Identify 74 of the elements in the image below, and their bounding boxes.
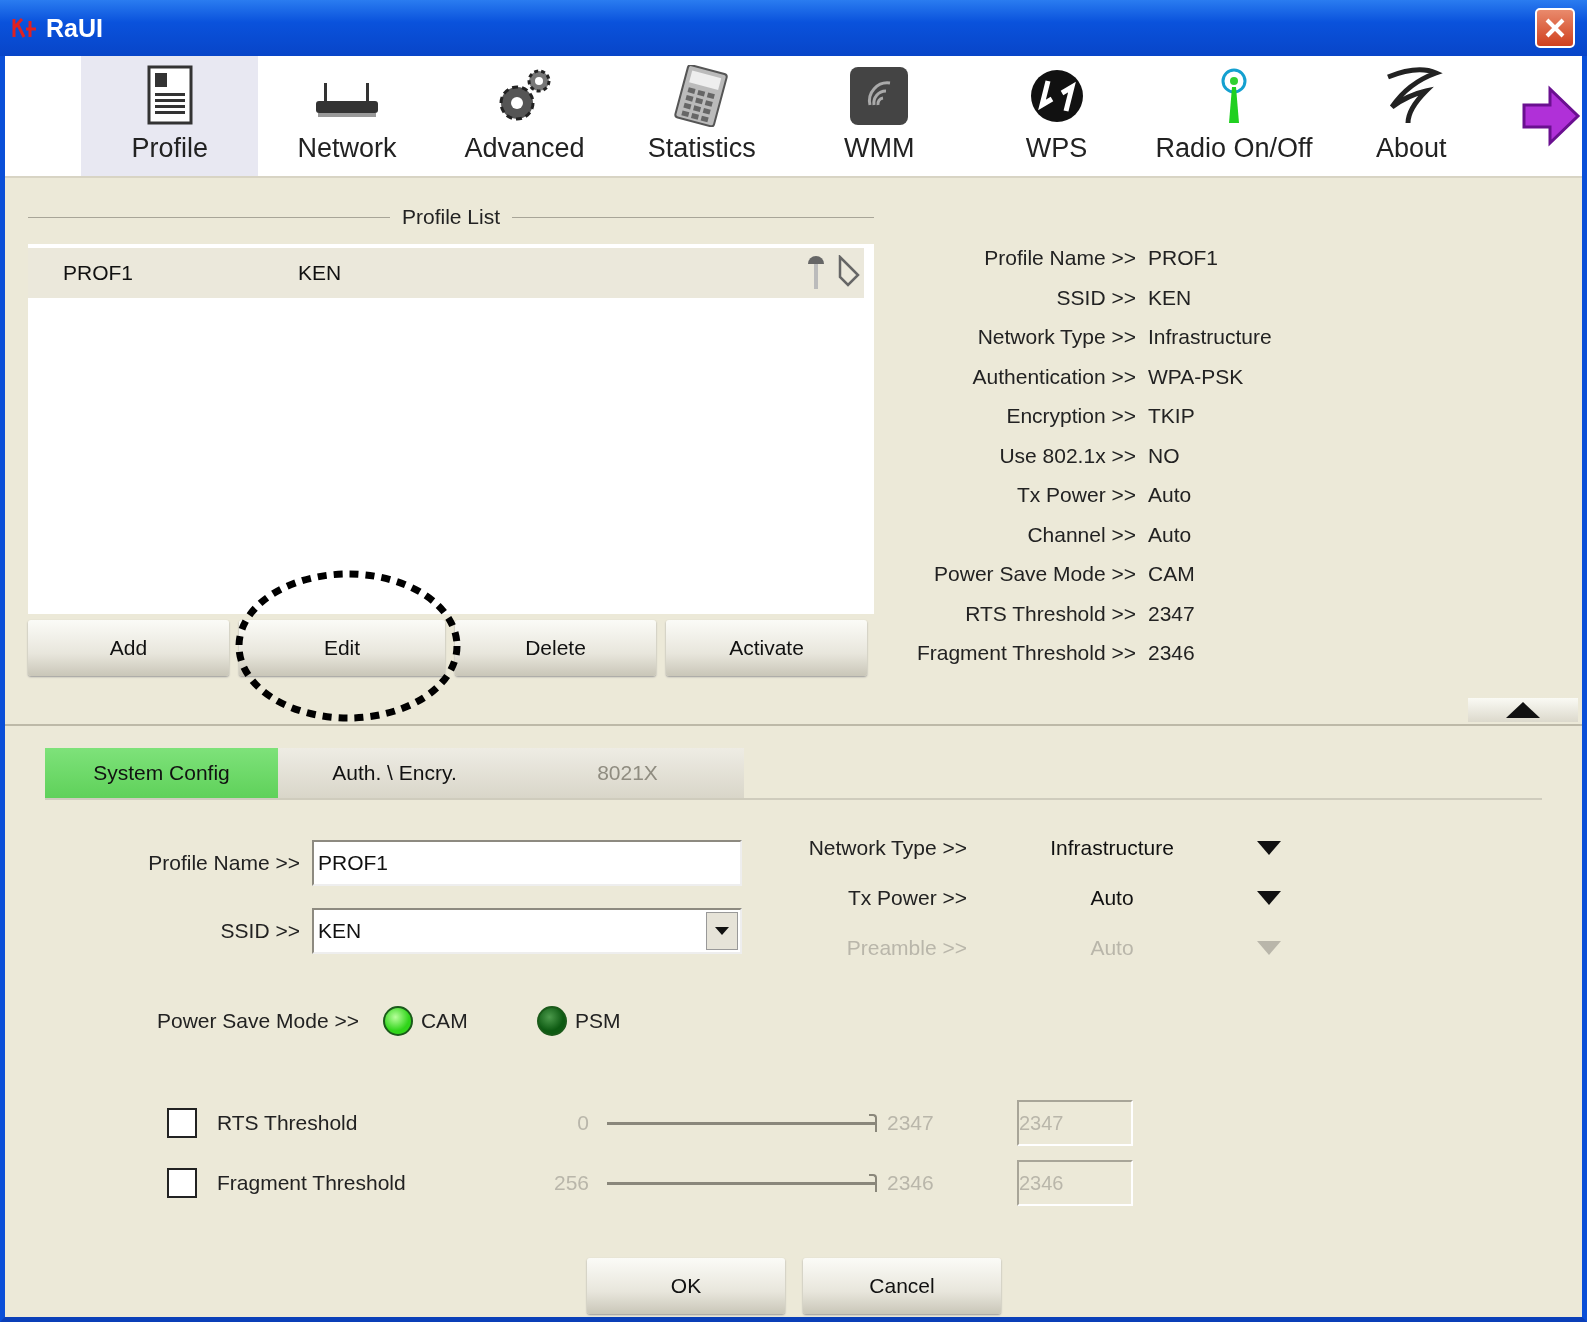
field-label: Tx Power >>	[846, 886, 967, 910]
profile-action-button[interactable]: Activate	[666, 620, 867, 676]
next-button[interactable]	[1520, 85, 1582, 147]
toolbar-button[interactable]: Radio On/Off	[1145, 56, 1323, 176]
detail-value: KEN	[1148, 285, 1193, 311]
toolbar-button[interactable]: Advanced	[435, 56, 614, 176]
toolbar-button[interactable]: Statistics	[613, 56, 791, 176]
detail-label: SSID >>	[1055, 285, 1136, 311]
select-value[interactable]: Infrastructure	[967, 836, 1257, 860]
radio-option[interactable]: CAM	[382, 1006, 513, 1036]
close-button[interactable]	[1535, 8, 1575, 48]
detail-label: Network Type >>	[976, 325, 1136, 350]
toolbar-button[interactable]: About	[1322, 56, 1500, 176]
detail-label: Tx Power >>	[1015, 483, 1136, 508]
dropdown-button[interactable]	[706, 912, 738, 950]
key-icon	[806, 255, 826, 291]
detail-value: Auto	[1148, 522, 1193, 548]
detail-label: RTS Threshold >>	[964, 601, 1136, 627]
detail-value: CAM	[1148, 562, 1196, 587]
profile-name: PROF1	[62, 261, 134, 285]
checkbox[interactable]	[167, 1168, 197, 1198]
checkbox[interactable]	[167, 1108, 197, 1138]
field-label: SSID >>	[219, 919, 300, 943]
profile-name-field[interactable]: PROF1	[312, 840, 742, 886]
tab[interactable]: System Config	[45, 748, 278, 798]
detail-label: Encryption >>	[1005, 404, 1136, 429]
toolbar-button[interactable]: Profile	[81, 56, 259, 176]
select-value[interactable]: Auto	[967, 886, 1257, 910]
radio-option[interactable]: PSM	[536, 1006, 667, 1036]
triangle-up-icon	[1506, 702, 1540, 718]
detail-value: 2347	[1148, 601, 1196, 627]
checkbox-label: RTS Threshold	[217, 1111, 359, 1135]
app-icon	[12, 17, 38, 39]
detail-value: PROF1	[1148, 246, 1219, 271]
field-label: Profile Name >>	[147, 851, 300, 875]
detail-label: Use 802.1x >>	[998, 443, 1136, 469]
toolbar-button[interactable]: WMM	[790, 56, 968, 176]
window-title: RaUI	[46, 13, 103, 43]
detail-value: Infrastructure	[1148, 325, 1272, 350]
dialog-button[interactable]: OK	[587, 1258, 785, 1314]
profile-row[interactable]: PROF1 KEN	[28, 248, 864, 298]
collapse-button[interactable]	[1468, 698, 1578, 722]
caret-icon[interactable]	[1257, 841, 1281, 855]
group-title: Profile List	[402, 205, 501, 229]
toolbar-button[interactable]: WPS	[967, 56, 1146, 176]
detail-label: Channel >>	[1026, 522, 1136, 548]
radio-icon[interactable]	[382, 1006, 413, 1036]
detail-value: 2346	[1148, 641, 1196, 666]
checkbox-label: Fragment Threshold	[217, 1171, 407, 1195]
field-label: Network Type >>	[807, 836, 967, 860]
caret-icon	[715, 927, 729, 935]
detail-value: TKIP	[1148, 404, 1196, 429]
detail-label: Authentication >>	[971, 364, 1136, 390]
profile-action-button[interactable]: Delete	[455, 620, 656, 676]
ssid-combobox[interactable]: KEN	[312, 908, 742, 954]
slider-thumb[interactable]	[869, 1174, 877, 1192]
close-icon	[1544, 17, 1566, 39]
detail-value: NO	[1148, 443, 1181, 469]
profile-ssid: KEN	[297, 261, 343, 285]
radio-icon[interactable]	[536, 1006, 567, 1036]
slider-thumb[interactable]	[869, 1114, 877, 1132]
detail-value: WPA-PSK	[1148, 364, 1245, 390]
arrow-right-icon	[1520, 85, 1582, 147]
caret-icon[interactable]	[1257, 891, 1281, 905]
detail-label: Fragment Threshold >>	[915, 641, 1136, 666]
detail-label: Power Save Mode >>	[933, 562, 1136, 587]
profile-action-button[interactable]: Edit	[239, 620, 445, 676]
detail-value: Auto	[1148, 483, 1193, 508]
tab[interactable]: Auth. \ Encry.	[278, 748, 511, 798]
toolbar-button[interactable]: Network	[258, 56, 436, 176]
field-label: Power Save Mode >>	[157, 1009, 359, 1033]
profile-action-button[interactable]: Add	[28, 620, 229, 676]
dialog-button[interactable]: Cancel	[803, 1258, 1001, 1314]
detail-label: Profile Name >>	[983, 246, 1136, 271]
